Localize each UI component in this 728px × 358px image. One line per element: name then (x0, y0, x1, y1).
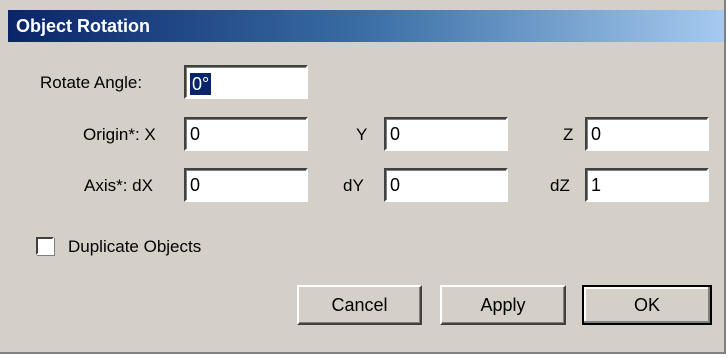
axis-dx-label: Axis*: dX (84, 176, 153, 195)
rotate-angle-value: 0° (190, 73, 212, 95)
object-rotation-dialog: Object Rotation Rotate Angle: 0° Origin*… (0, 0, 726, 354)
origin-x-input[interactable] (184, 117, 308, 151)
axis-dx-input[interactable] (184, 168, 308, 202)
duplicate-objects-checkbox[interactable] (36, 237, 54, 255)
axis-dz-input[interactable] (585, 168, 709, 202)
origin-x-label: Origin*: X (83, 125, 156, 144)
cancel-button[interactable]: Cancel (297, 285, 422, 325)
apply-button[interactable]: Apply (440, 285, 566, 325)
ok-button[interactable]: OK (582, 285, 712, 325)
rotate-angle-label: Rotate Angle: (40, 73, 143, 92)
origin-y-label: Y (356, 125, 368, 144)
axis-dy-label: dY (343, 176, 364, 195)
duplicate-objects-label[interactable]: Duplicate Objects (68, 237, 201, 257)
dialog-title: Object Rotation (8, 10, 724, 42)
origin-z-label: Z (563, 125, 574, 144)
origin-z-input[interactable] (585, 117, 709, 151)
axis-dy-input[interactable] (384, 168, 508, 202)
origin-y-input[interactable] (384, 117, 508, 151)
axis-dz-label: dZ (550, 176, 570, 195)
